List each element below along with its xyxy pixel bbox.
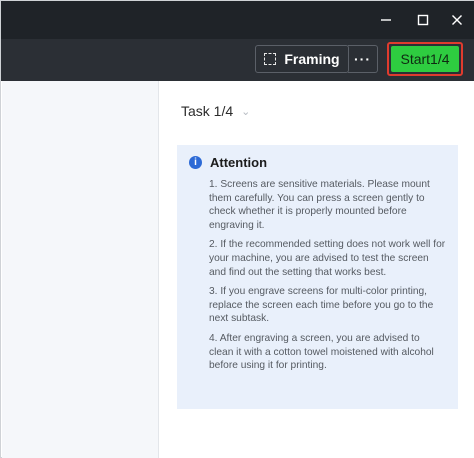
framing-button[interactable]: Framing bbox=[255, 45, 349, 73]
start-button-highlight: Start1/4 bbox=[387, 42, 463, 76]
task-selector[interactable]: Task 1/4 ⌄ bbox=[181, 103, 250, 119]
right-panel: Task 1/4 ⌄ i Attention 1. Screens are se… bbox=[159, 81, 474, 458]
start-label: Start1/4 bbox=[400, 51, 450, 67]
framing-icon bbox=[264, 53, 277, 65]
framing-label: Framing bbox=[284, 51, 340, 67]
attention-item: 2. If the recommended setting does not w… bbox=[209, 239, 446, 278]
start-button[interactable]: Start1/4 bbox=[391, 46, 459, 72]
attention-item: 1. Screens are sensitive materials. Plea… bbox=[209, 179, 430, 231]
minimize-icon[interactable] bbox=[376, 10, 396, 30]
title-bar bbox=[1, 1, 474, 39]
close-icon[interactable] bbox=[447, 10, 467, 30]
task-label: Task 1/4 bbox=[181, 103, 234, 119]
app-window: Framing ··· Start1/4 Task 1/4 ⌄ i Attent… bbox=[0, 0, 474, 458]
more-options-button[interactable]: ··· bbox=[348, 45, 378, 73]
attention-header: i Attention bbox=[189, 155, 446, 170]
attention-notice: i Attention 1. Screens are sensitive mat… bbox=[177, 145, 458, 409]
attention-item: 4. After engraving a screen, you are adv… bbox=[209, 332, 434, 372]
info-icon: i bbox=[189, 156, 202, 169]
toolbar: Framing ··· Start1/4 bbox=[1, 39, 474, 81]
chevron-down-icon: ⌄ bbox=[241, 105, 251, 118]
attention-item: 3. If you engrave screens for multi-colo… bbox=[209, 286, 434, 325]
left-panel bbox=[2, 81, 159, 458]
maximize-icon[interactable] bbox=[413, 10, 433, 30]
more-icon: ··· bbox=[354, 51, 371, 67]
attention-title: Attention bbox=[210, 155, 268, 170]
